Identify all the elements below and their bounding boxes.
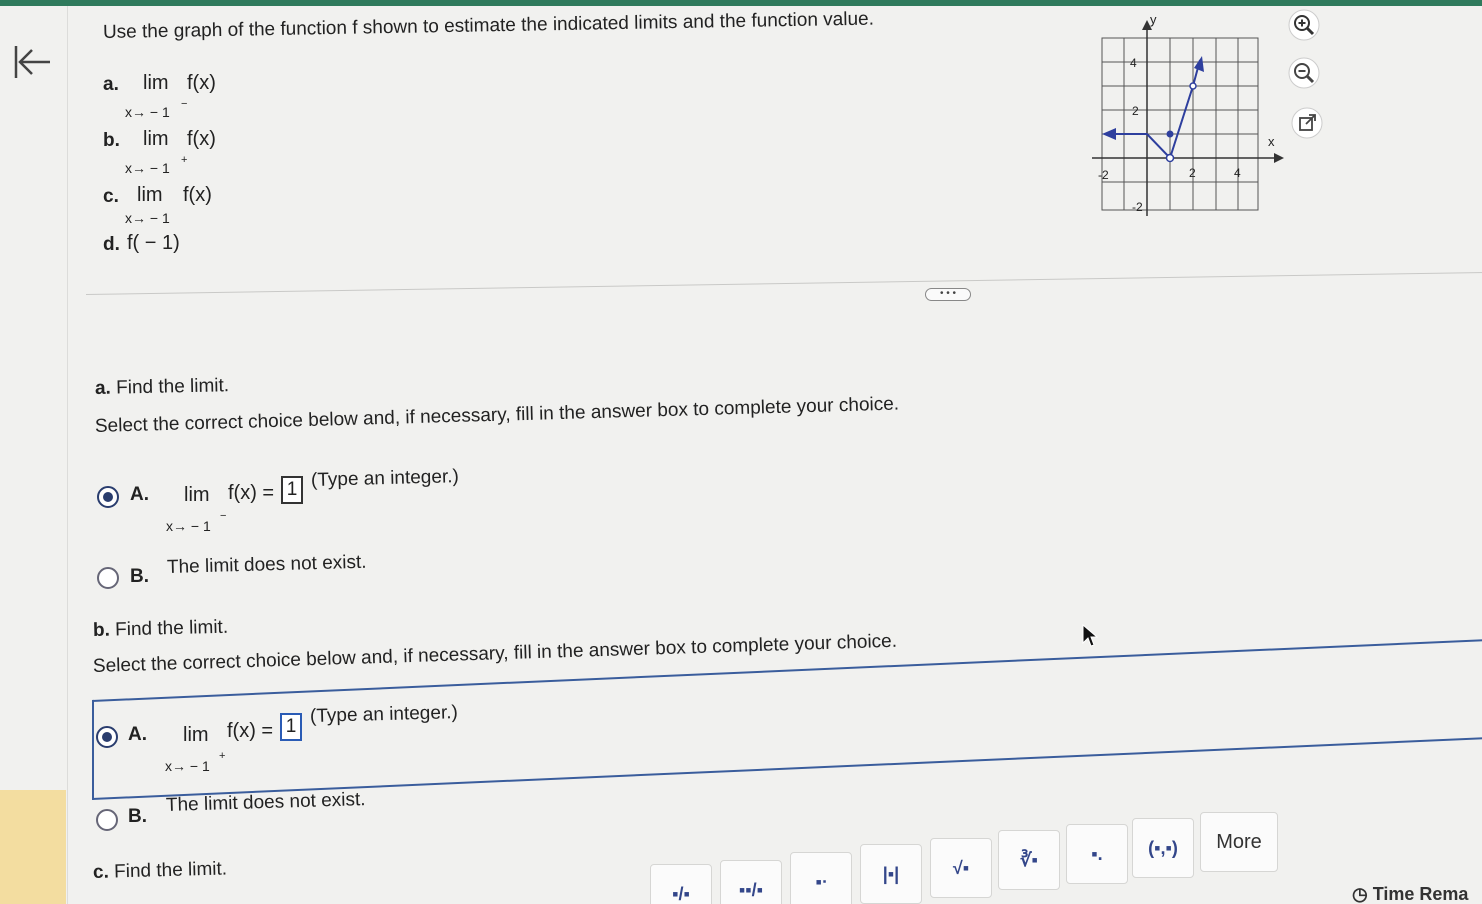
collapse-back-icon[interactable] — [10, 40, 54, 84]
lim-subscript: x→ − 1 — [166, 518, 211, 534]
answer-input-b[interactable]: 1 — [280, 713, 302, 741]
func-label: f(x) — [183, 184, 212, 206]
ordered-pair-button[interactable]: (▪,▪) — [1132, 818, 1194, 878]
pane-resize-handle[interactable]: • • • — [925, 288, 971, 301]
lim-side: + — [181, 154, 188, 166]
left-rail — [0, 6, 68, 904]
exponent-button[interactable]: ▪ᐧ — [790, 852, 852, 904]
y-tick-label: 4 — [1130, 56, 1137, 70]
section-heading-text: Find the limit. — [115, 375, 230, 399]
clock-icon: ◷ — [1352, 884, 1368, 904]
choice-letter: A. — [128, 724, 147, 745]
part-letter: a. — [103, 74, 119, 95]
rail-highlight — [0, 790, 66, 904]
func-label: f(x) — [187, 128, 216, 150]
square-root-button[interactable]: √▪ — [930, 838, 992, 898]
x-tick-label: 2 — [1189, 166, 1196, 180]
func-label: f(x) — [187, 72, 216, 94]
x-tick-label: 4 — [1234, 166, 1241, 180]
answer-hint: (Type an integer.) — [309, 702, 459, 727]
fraction-button[interactable]: ▪/▪ — [650, 864, 712, 904]
choice-letter: A. — [130, 484, 149, 505]
lim-side: + — [219, 750, 226, 762]
section-a-instruction: Select the correct choice below and, if … — [94, 393, 900, 437]
time-label: Time Rema — [1372, 884, 1469, 904]
part-d-text: f( − 1) — [127, 232, 180, 254]
lim-subscript: x→ − 1 — [165, 758, 210, 774]
question-prompt: Use the graph of the function f shown to… — [102, 8, 875, 43]
section-letter: a. — [94, 377, 112, 399]
choice-b-radio[interactable] — [97, 567, 119, 589]
section-heading-text: Find the limit. — [113, 858, 228, 883]
y-tick-label: 2 — [1132, 104, 1139, 118]
section-letter: c. — [92, 861, 110, 883]
section-heading-text: Find the limit. — [114, 616, 229, 641]
part-letter: c. — [103, 186, 119, 207]
y-axis-label: y — [1150, 12, 1157, 27]
choice-b-text: The limit does not exist. — [165, 789, 366, 816]
cube-root-button[interactable]: ∛▪ — [998, 830, 1060, 890]
section-b-heading: b. Find the limit. — [93, 617, 229, 642]
function-graph[interactable]: y x -2 2 4 4 2 -2 — [1090, 10, 1290, 220]
lim-subscript: x→ − 1 — [125, 104, 170, 120]
x-axis-label: x — [1268, 134, 1275, 149]
choice-letter: B. — [128, 806, 147, 827]
lim-word: lim — [137, 184, 163, 206]
choice-b-radio[interactable] — [96, 809, 118, 831]
lim-word: lim — [143, 72, 169, 94]
choice-letter: B. — [130, 566, 149, 587]
answer-hint: (Type an integer.) — [310, 466, 460, 491]
decimal-button[interactable]: ▪. — [1066, 824, 1128, 884]
y-tick-label: -2 — [1132, 200, 1143, 214]
absolute-value-button[interactable]: |▪| — [860, 844, 922, 904]
x-tick-label: -2 — [1098, 168, 1109, 182]
more-button[interactable]: More — [1200, 812, 1278, 872]
answer-input-a[interactable]: 1 — [281, 476, 303, 504]
top-bar — [0, 0, 1482, 6]
choice-b-text: The limit does not exist. — [166, 551, 367, 578]
choice-a-radio[interactable] — [97, 486, 119, 508]
mouse-cursor-icon — [1082, 623, 1099, 653]
pane-divider — [85, 272, 1482, 295]
lim-side: − — [181, 98, 188, 110]
part-letter: b. — [103, 130, 120, 151]
mixed-number-button[interactable]: ▪▪/▪ — [720, 860, 782, 904]
lim-word: lim — [183, 724, 209, 746]
lim-word: lim — [143, 128, 169, 150]
func-label: f(x) = — [227, 720, 274, 742]
choice-a-radio[interactable] — [96, 726, 118, 748]
part-letter: d. — [103, 234, 120, 255]
lim-word: lim — [184, 484, 210, 506]
open-external-icon[interactable] — [1290, 106, 1324, 140]
time-remaining: ◷ Time Rema — [1352, 884, 1468, 904]
zoom-out-icon[interactable] — [1287, 56, 1321, 90]
lim-side: − — [220, 510, 227, 522]
lim-subscript: x→ − 1 — [125, 210, 170, 226]
zoom-in-icon[interactable] — [1287, 8, 1321, 42]
lim-subscript: x→ − 1 — [125, 160, 170, 176]
func-label: f(x) = — [228, 482, 275, 504]
section-a-heading: a. Find the limit. — [95, 375, 230, 400]
section-c-heading: c. Find the limit. — [93, 858, 228, 884]
section-letter: b. — [92, 619, 111, 641]
